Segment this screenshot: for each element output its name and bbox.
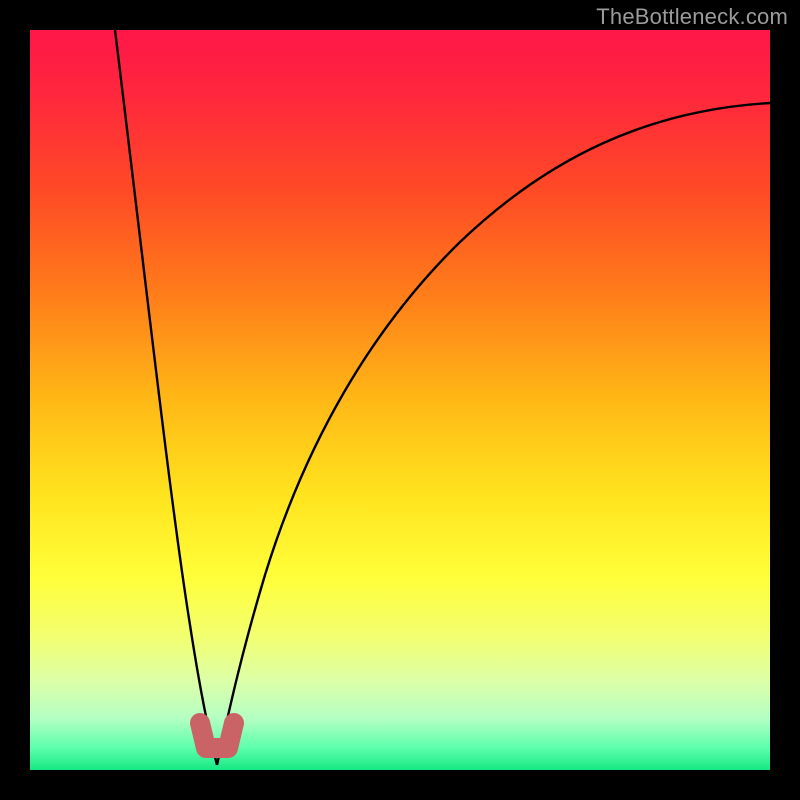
curve-layer (30, 30, 770, 770)
chart-frame: TheBottleneck.com (0, 0, 800, 800)
plot-area (30, 30, 770, 770)
curve-right (217, 103, 770, 765)
valley-marker (200, 723, 234, 748)
curve-left (115, 30, 217, 765)
watermark-text: TheBottleneck.com (596, 4, 788, 30)
